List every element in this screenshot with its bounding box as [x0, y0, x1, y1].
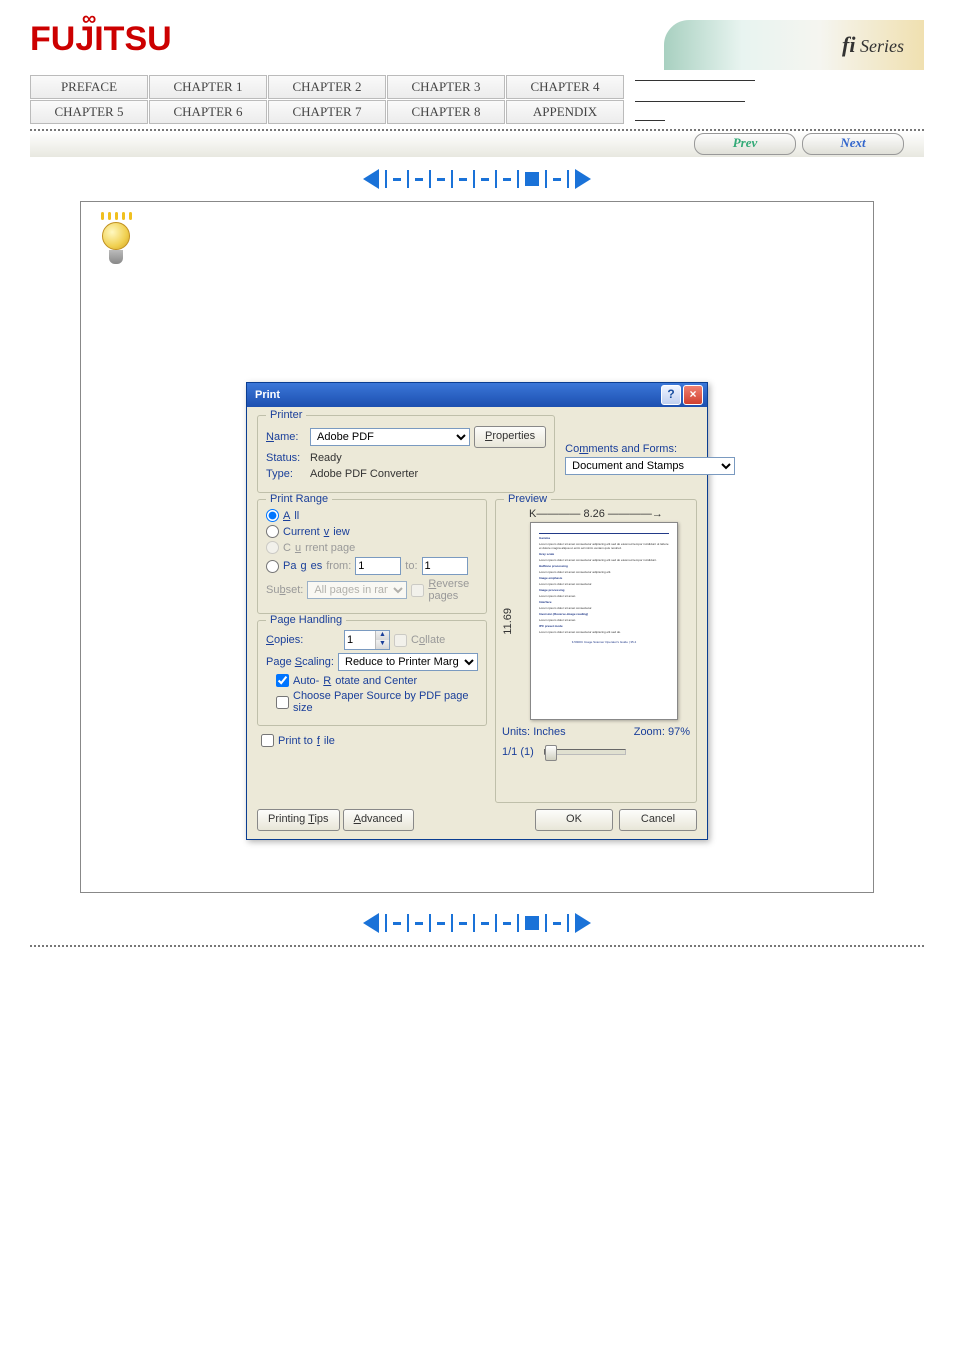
choose-source-check[interactable]	[276, 696, 289, 709]
range-pages-radio[interactable]	[266, 560, 279, 573]
print-to-file-check[interactable]	[261, 734, 274, 747]
handling-legend: Page Handling	[266, 614, 346, 626]
ok-button[interactable]: OK	[535, 809, 613, 831]
printer-fieldset: Printer Name: Adobe PDF Properties Statu…	[257, 415, 555, 493]
preview-height: 11.69	[502, 608, 514, 635]
decorative-line	[635, 120, 665, 121]
dialog-title: Print	[255, 389, 280, 401]
pager-next-icon[interactable]	[575, 913, 591, 933]
range-current-view-radio[interactable]	[266, 525, 279, 538]
tab-chapter-4[interactable]: CHAPTER 4	[506, 75, 624, 99]
prev-next-bar: Prev Next	[30, 131, 924, 157]
range-current-page-radio	[266, 541, 279, 554]
properties-button[interactable]: Properties	[474, 426, 546, 448]
fujitsu-logo: ∞ FUJITSU	[30, 20, 172, 59]
zoom-value: 97%	[668, 726, 690, 738]
printer-legend: Printer	[266, 409, 306, 421]
prev-button[interactable]: Prev	[694, 133, 796, 155]
comments-label: Comments and Forms:	[565, 443, 735, 455]
preview-slider[interactable]	[544, 749, 626, 755]
reverse-pages-check	[411, 584, 424, 597]
tab-chapter-2[interactable]: CHAPTER 2	[268, 75, 386, 99]
page-stepper-bottom	[0, 913, 954, 933]
decorative-line	[635, 101, 745, 102]
copies-spinner[interactable]: ▲▼	[344, 630, 390, 650]
close-button[interactable]: ×	[683, 385, 703, 405]
advanced-button[interactable]: Advanced	[343, 809, 414, 831]
content-frame: Print ? × Printer Name: Adobe PDF Proper…	[80, 201, 874, 893]
cancel-button[interactable]: Cancel	[619, 809, 697, 831]
logo-infinity-icon: ∞	[82, 10, 100, 28]
page-stepper-top	[0, 169, 954, 189]
name-label: Name:	[266, 431, 306, 443]
page-handling-fieldset: Page Handling Copies: ▲▼ Collate Page Sc…	[257, 620, 487, 726]
preview-width: K———— 8.26 ————→	[502, 508, 690, 520]
range-all-radio[interactable]	[266, 509, 279, 522]
range-to-input[interactable]	[422, 557, 468, 575]
range-from-input[interactable]	[355, 557, 401, 575]
print-dialog: Print ? × Printer Name: Adobe PDF Proper…	[246, 382, 708, 840]
fi-series-badge: fi Series	[664, 20, 924, 70]
tab-preface[interactable]: PREFACE	[30, 75, 148, 99]
printer-name-select[interactable]: Adobe PDF	[310, 428, 470, 446]
dialog-titlebar[interactable]: Print ? ×	[247, 383, 707, 407]
pager-prev-icon[interactable]	[363, 913, 379, 933]
tab-appendix[interactable]: APPENDIX	[506, 100, 624, 124]
status-label: Status:	[266, 452, 306, 464]
pager-current	[525, 916, 539, 930]
preview-legend: Preview	[504, 493, 551, 505]
tab-chapter-5[interactable]: CHAPTER 5	[30, 100, 148, 124]
dotted-separator	[30, 945, 924, 947]
status-value: Ready	[310, 452, 342, 464]
subset-select: All pages in range	[307, 581, 407, 599]
preview-page-thumb: Gamma Lorem ipsum dolor sit amet consect…	[530, 522, 678, 720]
page-indicator: 1/1 (1)	[502, 746, 534, 758]
help-button[interactable]: ?	[661, 385, 681, 405]
page-scaling-select[interactable]: Reduce to Printer Margins	[338, 653, 478, 671]
tab-chapter-6[interactable]: CHAPTER 6	[149, 100, 267, 124]
units-value: Inches	[533, 726, 565, 738]
type-value: Adobe PDF Converter	[310, 468, 418, 480]
next-button[interactable]: Next	[802, 133, 904, 155]
comments-select[interactable]: Document and Stamps	[565, 457, 735, 475]
pager-prev-icon[interactable]	[363, 169, 379, 189]
lightbulb-hint-icon	[91, 212, 141, 272]
tab-chapter-7[interactable]: CHAPTER 7	[268, 100, 386, 124]
autorotate-check[interactable]	[276, 674, 289, 687]
tab-chapter-3[interactable]: CHAPTER 3	[387, 75, 505, 99]
range-legend: Print Range	[266, 493, 332, 505]
print-range-fieldset: Print Range All Current view Current pag…	[257, 499, 487, 614]
pager-next-icon[interactable]	[575, 169, 591, 189]
tab-chapter-1[interactable]: CHAPTER 1	[149, 75, 267, 99]
preview-fieldset: Preview K———— 8.26 ————→ 11.69 Gamma Lor…	[495, 499, 697, 803]
pager-current	[525, 172, 539, 186]
type-label: Type:	[266, 468, 306, 480]
decorative-line	[635, 80, 755, 81]
tab-chapter-8[interactable]: CHAPTER 8	[387, 100, 505, 124]
printing-tips-button[interactable]: Printing Tips	[257, 809, 340, 831]
collate-check	[394, 634, 407, 647]
